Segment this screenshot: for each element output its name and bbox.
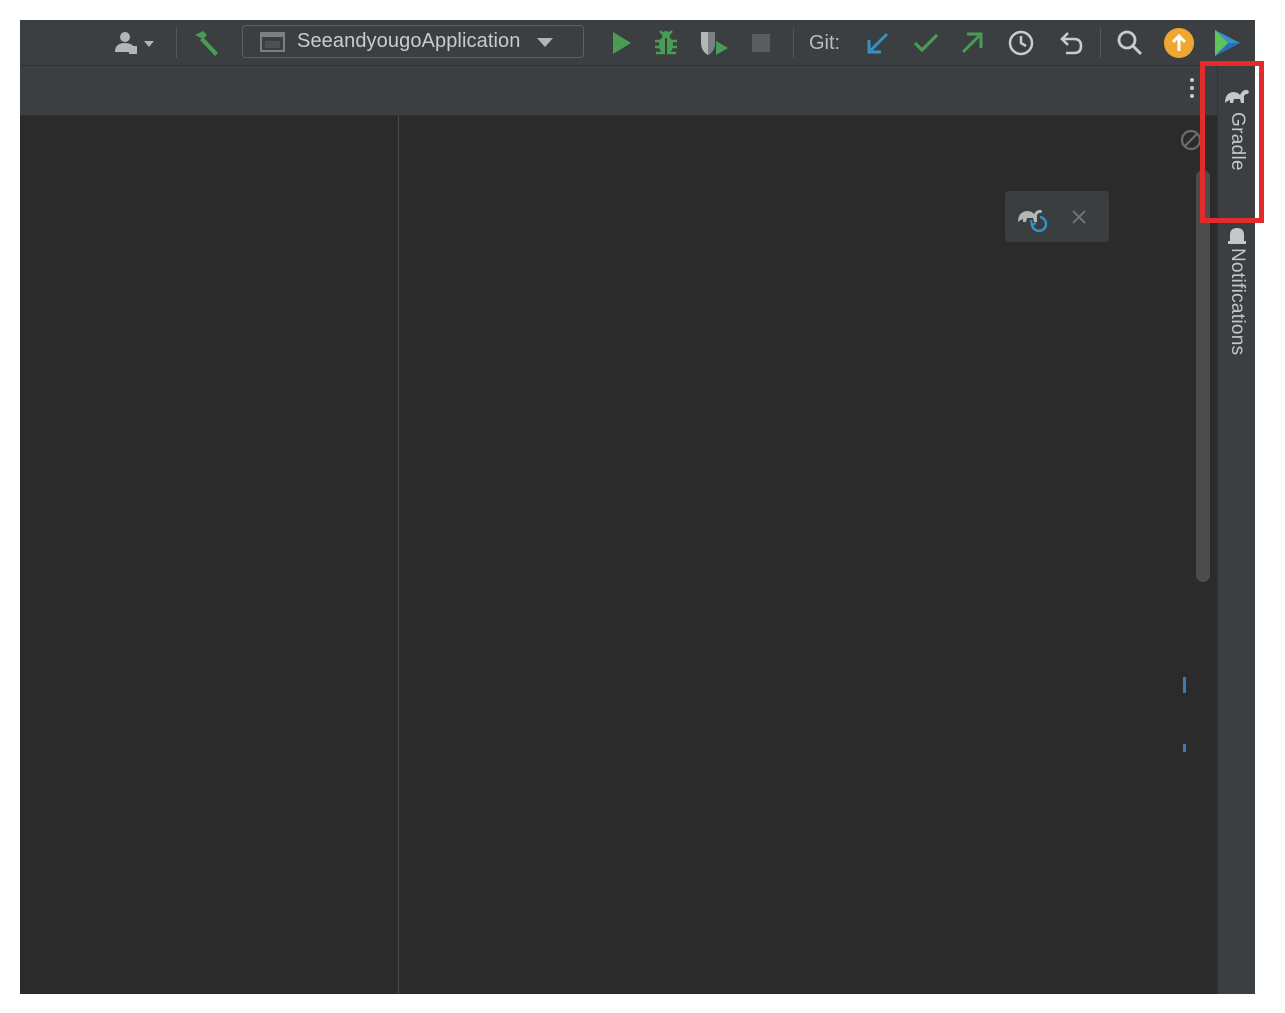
toolbar-separator — [1100, 28, 1101, 58]
editor-tab-strip — [20, 66, 1217, 116]
coverage-icon — [701, 32, 728, 55]
more-vertical-icon — [1190, 78, 1194, 98]
search-icon — [1117, 30, 1143, 56]
ide-window: SeeandyougoApplication Git: Gradle Notif… — [20, 20, 1255, 994]
upgrade-button[interactable] — [1162, 28, 1196, 58]
editor-scrollbar[interactable] — [1196, 170, 1210, 582]
user-icon — [115, 32, 154, 54]
gradle-highlight-box — [1200, 61, 1264, 223]
toolbar-separator — [176, 28, 177, 58]
git-commit-icon — [913, 33, 939, 53]
run-icon — [613, 32, 631, 54]
search-button[interactable] — [1114, 29, 1146, 57]
debug-icon — [655, 30, 677, 55]
history-icon — [1008, 30, 1034, 56]
rollback-icon — [1060, 32, 1083, 55]
rollback-button[interactable] — [1054, 29, 1088, 57]
toolbar-separator — [793, 28, 794, 58]
change-marker[interactable] — [1183, 744, 1186, 752]
run-configuration-label: SeeandyougoApplication — [297, 30, 521, 52]
git-commit-button[interactable] — [910, 29, 942, 57]
editor-area[interactable] — [399, 116, 1217, 994]
more-options-button[interactable] — [1187, 78, 1197, 102]
notifications-tool-window-button[interactable]: Notifications — [1218, 226, 1255, 355]
project-pane — [20, 116, 398, 994]
gradle-sync-popup — [1005, 191, 1109, 242]
close-popup-button[interactable] — [1069, 207, 1089, 227]
stop-icon — [752, 34, 770, 52]
gradle-sync-icon — [1018, 209, 1048, 232]
git-label: Git: — [809, 31, 841, 54]
close-icon — [1072, 209, 1086, 224]
plugin-button[interactable] — [1210, 29, 1244, 57]
main-toolbar: SeeandyougoApplication Git: — [20, 20, 1255, 66]
user-menu-button[interactable] — [110, 29, 158, 57]
coverage-button[interactable] — [697, 29, 731, 57]
git-update-button[interactable] — [862, 29, 894, 57]
build-button[interactable] — [188, 29, 224, 57]
debug-button[interactable] — [650, 29, 682, 57]
bell-icon — [1228, 228, 1246, 244]
hammer-icon — [195, 31, 218, 56]
git-update-icon — [867, 32, 889, 54]
application-icon — [260, 31, 285, 52]
chevron-down-icon — [536, 37, 553, 47]
stop-button[interactable] — [747, 29, 775, 57]
run-configuration-selector[interactable]: SeeandyougoApplication — [242, 25, 584, 58]
notifications-tab-label: Notifications — [1227, 248, 1248, 356]
run-button[interactable] — [605, 29, 637, 57]
git-push-icon — [961, 32, 983, 54]
gradle-sync-button[interactable] — [1015, 200, 1049, 234]
upgrade-icon — [1164, 28, 1194, 58]
change-marker[interactable] — [1183, 677, 1186, 693]
git-push-button[interactable] — [956, 29, 988, 57]
history-button[interactable] — [1004, 29, 1038, 57]
plugin-icon — [1215, 30, 1240, 56]
